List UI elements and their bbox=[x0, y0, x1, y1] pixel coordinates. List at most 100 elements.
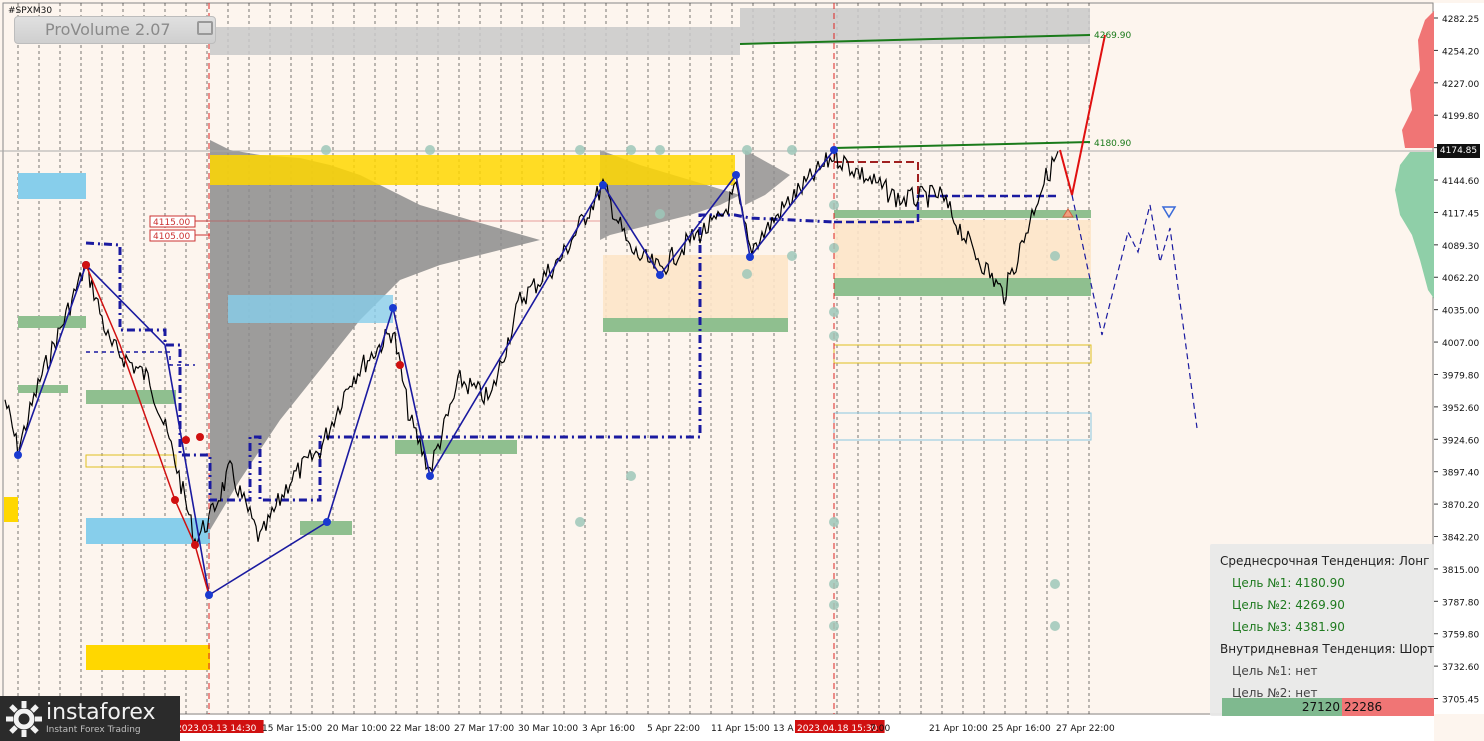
zigzag-node bbox=[196, 433, 204, 441]
level-a-label: 4115.00 bbox=[153, 218, 190, 228]
time-tick-label: 7:00 bbox=[870, 724, 890, 734]
time-tick-label: 3 Apr 16:00 bbox=[582, 724, 635, 734]
price-tick-label: 4199.80 bbox=[1442, 112, 1479, 122]
pivot-dot bbox=[655, 145, 665, 155]
brand-logo-icon bbox=[6, 701, 42, 737]
pivot-dot bbox=[655, 209, 665, 219]
pivot-dot bbox=[787, 251, 797, 261]
time-tick-label: 27 Apr 22:00 bbox=[1056, 724, 1115, 734]
pivot-dot bbox=[829, 517, 839, 527]
zigzag-node bbox=[656, 271, 664, 279]
level-b-label: 4105.00 bbox=[153, 232, 190, 242]
price-tick-label: 4062.20 bbox=[1442, 274, 1479, 284]
price-tick-label: 3924.60 bbox=[1442, 436, 1479, 446]
zigzag-node bbox=[389, 304, 397, 312]
trading-chart[interactable]: 4269.90 4180.90 4115.00 4105.00 4282.25 4… bbox=[0, 0, 1484, 741]
zigzag-node bbox=[599, 181, 607, 189]
symbol-label: #SPXM30 bbox=[8, 6, 53, 16]
pivot-dot bbox=[787, 145, 797, 155]
zigzag-node bbox=[182, 436, 190, 444]
price-axis[interactable]: 4282.254254.204227.004199.804171.754144.… bbox=[1434, 3, 1484, 714]
pivot-dot bbox=[626, 145, 636, 155]
price-tick-label: 3842.20 bbox=[1442, 533, 1479, 543]
supply-zone bbox=[86, 645, 210, 670]
target1-label: 4180.90 bbox=[1094, 139, 1131, 149]
volume-band bbox=[210, 27, 740, 55]
supply-zone bbox=[210, 155, 735, 185]
price-tick-label: 3870.20 bbox=[1442, 501, 1479, 511]
price-tick-label: 3787.80 bbox=[1442, 598, 1479, 608]
price-tick-label: 3815.00 bbox=[1442, 566, 1479, 576]
zigzag-node bbox=[830, 146, 838, 154]
time-tick-label: 2023.04.18 15:30 bbox=[797, 724, 878, 734]
time-tick-label: 13 A bbox=[773, 724, 794, 734]
pivot-dot bbox=[1050, 251, 1060, 261]
pivot-dot bbox=[575, 517, 585, 527]
price-tick-label: 4089.30 bbox=[1442, 242, 1479, 252]
zigzag-node bbox=[171, 496, 179, 504]
brand-name: instaforex bbox=[46, 700, 156, 725]
zigzag-node bbox=[426, 472, 434, 480]
range-zone bbox=[603, 255, 788, 325]
price-tick-label: 3897.40 bbox=[1442, 469, 1479, 479]
bull-zone bbox=[18, 316, 86, 328]
zigzag-node bbox=[205, 591, 213, 599]
price-tick-label: 3952.60 bbox=[1442, 404, 1479, 414]
bull-zone bbox=[834, 278, 1091, 296]
price-tick-label: 4254.20 bbox=[1442, 47, 1479, 57]
target2-label: 4269.90 bbox=[1094, 31, 1131, 41]
brand-logo: instaforex Instant Forex Trading bbox=[0, 696, 180, 741]
trend-panel: Среднесрочная Тенденция: Лонг Цель №1: 4… bbox=[1210, 544, 1434, 716]
time-tick-label: 27 Mar 17:00 bbox=[454, 724, 514, 734]
time-tick-label: 30 Mar 10:00 bbox=[518, 724, 578, 734]
time-tick-label: 5 Apr 22:00 bbox=[647, 724, 700, 734]
price-tick-label: 4282.25 bbox=[1442, 15, 1479, 25]
window-icon[interactable] bbox=[197, 21, 213, 35]
price-tick-label: 3979.80 bbox=[1442, 371, 1479, 381]
pivot-dot bbox=[321, 145, 331, 155]
supply-zone bbox=[4, 497, 18, 522]
medium-term-trend: Среднесрочная Тенденция: Лонг bbox=[1220, 554, 1430, 568]
time-tick-label: 11 Apr 15:00 bbox=[711, 724, 770, 734]
time-tick-label: 21 Apr 10:00 bbox=[929, 724, 988, 734]
mt-target-1: Цель №1: 4180.90 bbox=[1232, 576, 1345, 590]
blue-zone bbox=[18, 173, 86, 199]
zigzag-node bbox=[396, 361, 404, 369]
pivot-dot bbox=[626, 471, 636, 481]
price-tick-label: 4117.45 bbox=[1442, 209, 1479, 219]
pivot-dot bbox=[829, 307, 839, 317]
zigzag-node bbox=[323, 518, 331, 526]
pivot-dot bbox=[742, 269, 752, 279]
pivot-dot bbox=[829, 331, 839, 341]
time-axis[interactable]: 2023.03.13 14:30 15 Mar 15:00 20 Mar 10:00… bbox=[0, 715, 1434, 741]
pivot-dot bbox=[742, 145, 752, 155]
pivot-dot bbox=[829, 600, 839, 610]
mt-target-2: Цель №2: 4269.90 bbox=[1232, 598, 1345, 612]
mt-target-3: Цель №3: 4381.90 bbox=[1232, 620, 1345, 634]
pivot-dot bbox=[575, 145, 585, 155]
price-tick-label: 3705.45 bbox=[1442, 696, 1479, 706]
indicator-badge-text: ProVolume 2.07 bbox=[45, 20, 171, 39]
bull-zone bbox=[834, 210, 1091, 218]
pivot-dot bbox=[829, 579, 839, 589]
price-tick-label: 3732.60 bbox=[1442, 663, 1479, 673]
buy-volume: 27120 bbox=[1222, 698, 1342, 716]
blue-zone bbox=[228, 295, 393, 323]
indicator-badge[interactable]: ProVolume 2.07 bbox=[14, 16, 216, 44]
intraday-trend: Внутридневная Тенденция: Шорт bbox=[1220, 642, 1435, 656]
price-tick-label: 4007.00 bbox=[1442, 339, 1479, 349]
zigzag-node bbox=[191, 541, 199, 549]
time-tick-label: 20 Mar 10:00 bbox=[327, 724, 387, 734]
pivot-dot bbox=[425, 145, 435, 155]
current-price-box: 4174.85 bbox=[1437, 144, 1480, 158]
id-target-1: Цель №1: нет bbox=[1232, 664, 1318, 678]
time-tick-label: 25 Apr 16:00 bbox=[992, 724, 1051, 734]
pivot-dot bbox=[1050, 621, 1060, 631]
pivot-dot bbox=[829, 243, 839, 253]
time-tick-label: 15 Mar 15:00 bbox=[262, 724, 322, 734]
bull-zone bbox=[395, 440, 517, 454]
zigzag-node bbox=[732, 171, 740, 179]
zigzag-node bbox=[746, 253, 754, 261]
zigzag-node bbox=[14, 451, 22, 459]
time-tick-label: 22 Mar 18:00 bbox=[390, 724, 450, 734]
